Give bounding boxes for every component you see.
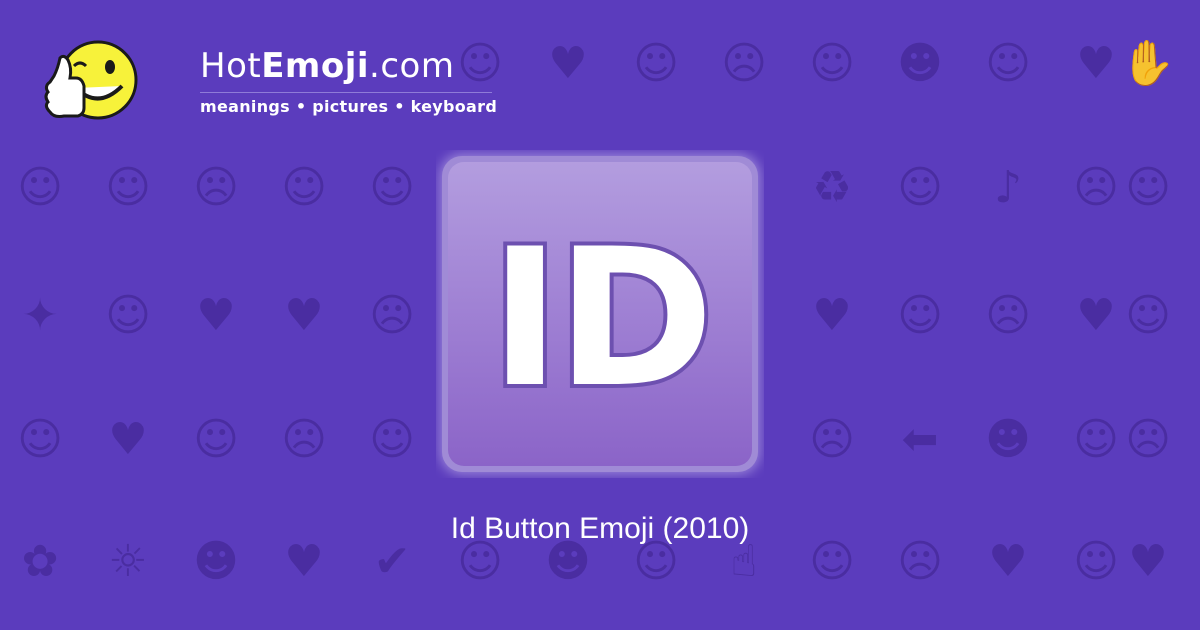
background-emoji-icon: ☹ bbox=[1125, 414, 1171, 465]
background-emoji-icon: ♥ bbox=[284, 290, 324, 341]
logo-divider bbox=[200, 92, 492, 93]
background-emoji-icon: ♥ bbox=[196, 290, 236, 341]
background-emoji-icon: ☹ bbox=[193, 162, 239, 213]
background-emoji-icon: ☺ bbox=[633, 38, 679, 89]
background-emoji-icon: ☻ bbox=[897, 38, 943, 89]
id-button-icon: ID bbox=[440, 154, 760, 474]
background-emoji-icon: ✦ bbox=[21, 290, 59, 341]
background-emoji-icon: ☺ bbox=[17, 414, 63, 465]
background-emoji-icon: ☺ bbox=[369, 162, 415, 213]
background-emoji-icon: ♥ bbox=[548, 38, 588, 89]
site-logo[interactable]: HotEmoji.com meanings • pictures • keybo… bbox=[40, 36, 497, 126]
background-emoji-icon: ☹ bbox=[809, 414, 855, 465]
background-emoji-icon: ✋ bbox=[1120, 38, 1176, 89]
background-emoji-icon: ☺ bbox=[105, 162, 151, 213]
id-button-label: ID bbox=[490, 208, 710, 429]
logo-wordmark: HotEmoji.com meanings • pictures • keybo… bbox=[200, 46, 497, 116]
background-emoji-icon: ☹ bbox=[369, 290, 415, 341]
id-button-emoji: ID bbox=[436, 150, 764, 478]
background-emoji-icon: ☺ bbox=[281, 162, 327, 213]
background-emoji-icon: ♥ bbox=[1076, 290, 1116, 341]
background-emoji-icon: ☺ bbox=[1073, 414, 1119, 465]
site-name-emoji: Emoji bbox=[261, 46, 370, 86]
background-emoji-icon: ♥ bbox=[812, 290, 852, 341]
background-emoji-icon: ☺ bbox=[897, 162, 943, 213]
background-emoji-icon: ☺ bbox=[1125, 162, 1171, 213]
site-name-hot: Hot bbox=[200, 46, 262, 86]
site-tagline: meanings • pictures • keyboard bbox=[200, 97, 498, 116]
background-emoji-icon: ☹ bbox=[1073, 162, 1119, 213]
background-emoji-icon: ☹ bbox=[281, 414, 327, 465]
background-emoji-icon: ☻ bbox=[985, 414, 1031, 465]
background-emoji-icon: ☺ bbox=[1125, 290, 1171, 341]
background-emoji-icon: ☺ bbox=[193, 414, 239, 465]
background-emoji-icon: ☺ bbox=[105, 290, 151, 341]
background-emoji-icon: ☺ bbox=[369, 414, 415, 465]
background-emoji-icon: ♪ bbox=[993, 162, 1023, 213]
background-emoji-icon: ♥ bbox=[108, 414, 148, 465]
background-emoji-icon: ☺ bbox=[985, 38, 1031, 89]
emoji-caption: Id Button Emoji (2010) bbox=[450, 512, 750, 545]
background-emoji-icon: ☺ bbox=[17, 162, 63, 213]
background-emoji-icon: ☺ bbox=[897, 290, 943, 341]
thumbs-up-winking-smiley-icon bbox=[44, 40, 138, 120]
background-emoji-icon: ⬅ bbox=[901, 414, 939, 465]
background-emoji-icon: ☺ bbox=[809, 38, 855, 89]
background-emoji-icon: ♥ bbox=[1076, 38, 1116, 89]
background-emoji-icon: ☹ bbox=[721, 38, 767, 89]
site-name: HotEmoji.com bbox=[200, 46, 497, 86]
background-emoji-icon: ☹ bbox=[985, 290, 1031, 341]
site-name-domain: .com bbox=[369, 46, 455, 86]
background-emoji-icon: ♻ bbox=[812, 162, 852, 213]
